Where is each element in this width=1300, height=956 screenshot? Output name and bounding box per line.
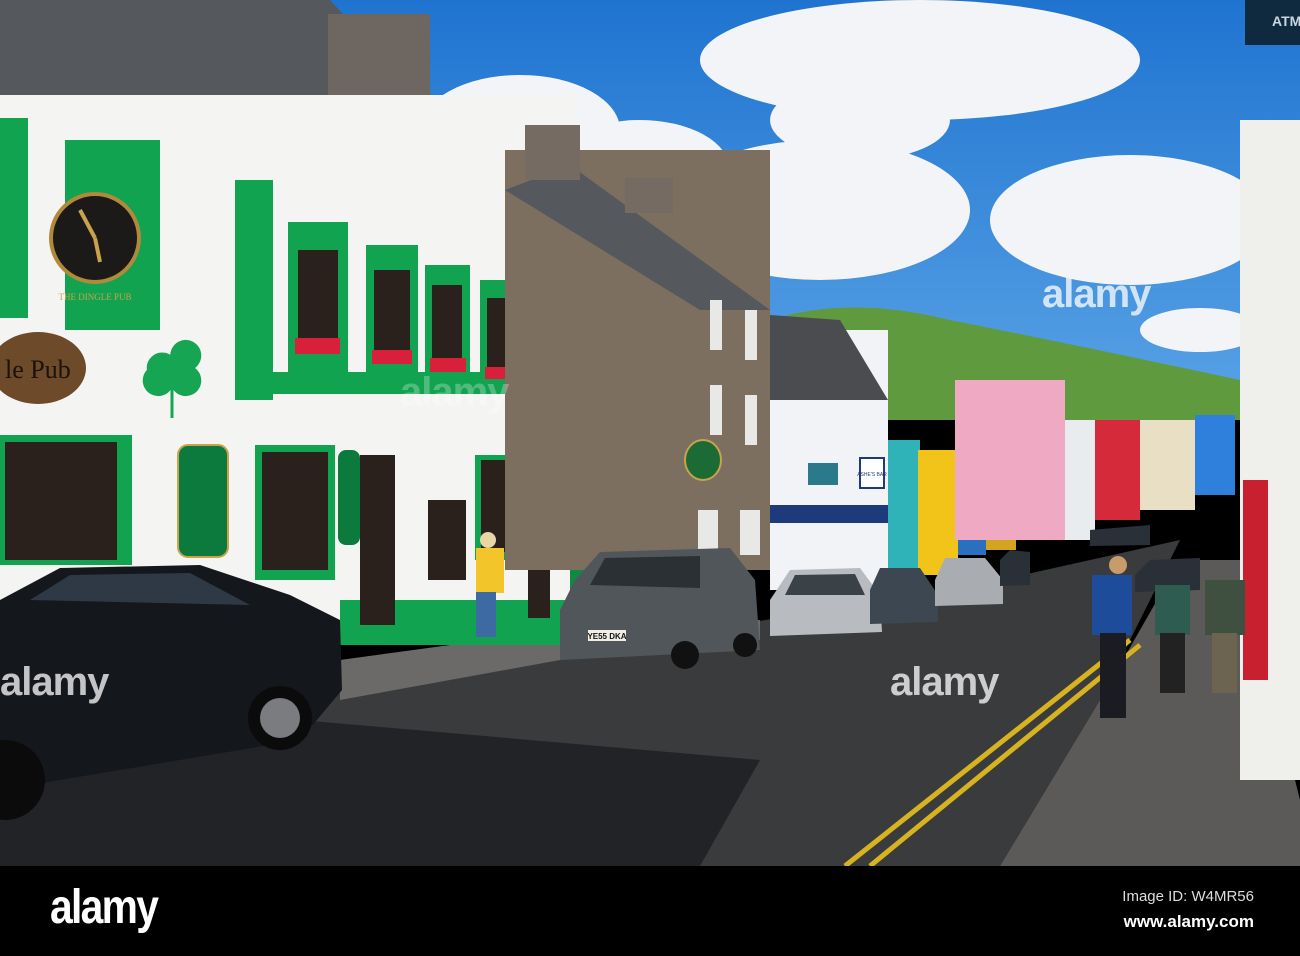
alamy-logo[interactable]: alamy [50,880,159,935]
pub-sign-text: le Pub [5,355,71,384]
blue-hanging-sign [808,463,838,485]
right-building [1240,120,1300,780]
grey-van: YE55 DKA [560,548,760,669]
ashes-bar-sign: ASHE'S BAR [857,472,887,478]
yellow-building [918,450,958,575]
watermark: alamy [400,370,509,414]
watermark: alamy [890,660,999,704]
blue-fascia [770,505,888,523]
pink-building [955,380,1065,540]
atm-text: ATM [1272,13,1300,29]
stone-chimney-2 [625,178,673,213]
silver-hatchback [770,568,882,636]
teal-building [888,440,920,570]
off-licence-sign [684,439,722,481]
site-url[interactable]: www.alamy.com [1124,912,1254,932]
clock-label: THE DINGLE PUB [59,292,132,302]
far-blue-building [1195,415,1235,495]
footer-bar: alamy Image ID: W4MR56 www.alamy.com [0,866,1300,956]
dark-car [870,568,938,624]
street-photo: THE DINGLE PUB le Pub ASHE'S BAR ATM YE5… [0,0,1300,866]
van-plate: YE55 DKA [587,632,626,641]
photo-stage: THE DINGLE PUB le Pub ASHE'S BAR ATM YE5… [0,0,1300,956]
pub-side-sign [338,450,360,545]
guinness-sign [177,444,229,558]
watermark: alamy [1042,272,1151,316]
red-building [1095,420,1140,520]
white-far-building [1065,420,1095,540]
right-building-red [1243,480,1268,680]
far-buildings [1140,420,1195,510]
silver-car-2 [935,558,1003,606]
image-id: Image ID: W4MR56 [1122,888,1254,905]
watermark: alamy [0,660,109,704]
stone-chimney [525,125,580,180]
